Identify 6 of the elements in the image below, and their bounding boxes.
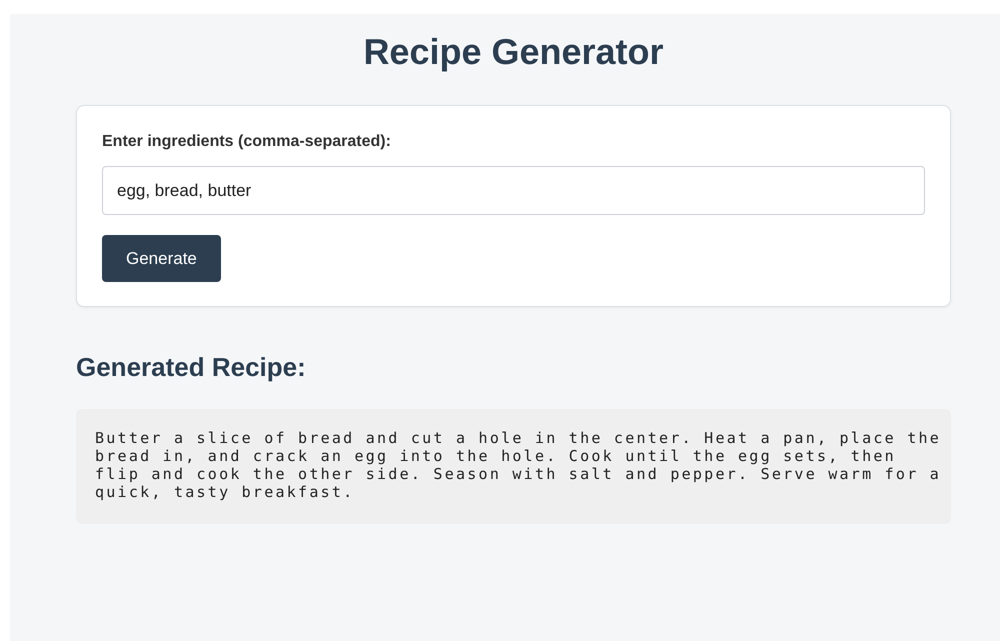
- recipe-text: Butter a slice of bread and cut a hole in the center. Heat a pan, place the bread in, and crack an egg into the hole. Cook until the egg sets, then flip and cook the other side. Season with salt and pepper. Serve warm for a quick, tasty breakfast.: [95, 429, 942, 501]
- ingredients-label: Enter ingredients (comma-separated):: [102, 132, 391, 152]
- ingredients-field[interactable]: egg, bread, butter: [102, 166, 925, 215]
- generate-button[interactable]: Generate: [102, 235, 221, 282]
- page-title: Recipe Generator: [362, 30, 665, 74]
- result-heading: Generated Recipe:: [76, 351, 307, 383]
